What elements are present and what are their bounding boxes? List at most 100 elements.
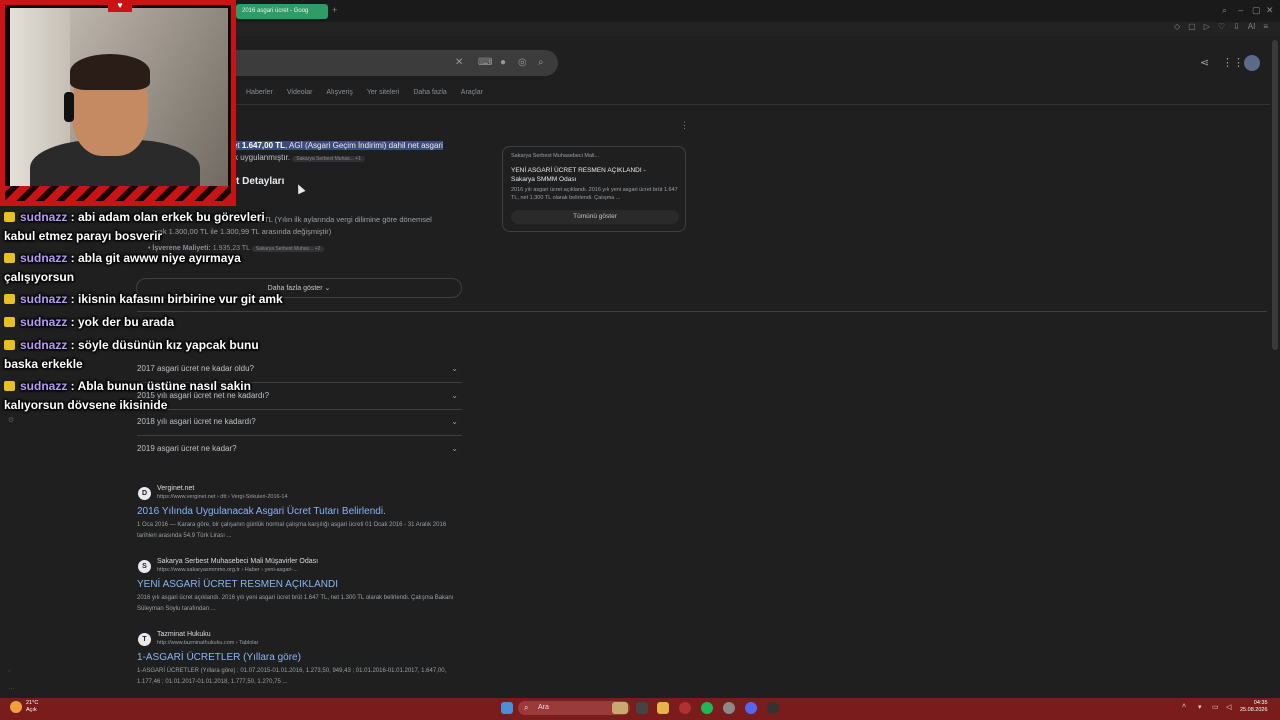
faq-divider: [137, 409, 462, 410]
source-card[interactable]: Sakarya Serbest Muhasebeci Mali... YENİ …: [502, 146, 686, 232]
tab-videos[interactable]: Videolar: [287, 89, 313, 96]
sidebar-icon[interactable]: ◦: [8, 668, 10, 675]
chat-message: sudnazz : söyle düsünün kız yapcak bunu: [4, 336, 259, 355]
tab-news[interactable]: Haberler: [246, 89, 273, 96]
obs-icon[interactable]: [767, 702, 779, 714]
search-icon: ⌕: [524, 703, 529, 712]
chat-message-cont: kabul etmez parayı bosverir: [4, 229, 163, 243]
snippet-menu-icon[interactable]: ⋮: [680, 120, 689, 131]
result-site[interactable]: Verginet.net: [157, 485, 194, 492]
search-icon[interactable]: ⌕: [538, 57, 544, 68]
tab-tools[interactable]: Araçlar: [461, 89, 483, 96]
minimize-button[interactable]: –: [1238, 5, 1243, 15]
chat-message: sudnazz : ikisnin kafasını birbirine vur…: [4, 290, 283, 309]
new-tab-button[interactable]: +: [332, 5, 337, 15]
avatar[interactable]: [1244, 55, 1260, 71]
result-description: 1-ASGARİ ÜCRETLER (Yıllara göre) ; 01.07…: [137, 668, 447, 685]
crown-icon: [4, 340, 15, 350]
section-divider: [137, 311, 1267, 312]
snippet-line: k uygulanmıştır. Sakarya Serbest Muhas..…: [234, 153, 365, 162]
share-icon[interactable]: ⋖: [1200, 56, 1209, 69]
tray-app-icon[interactable]: ▾: [1198, 703, 1202, 711]
square-icon[interactable]: ▢: [1188, 22, 1196, 31]
card-text: 2016 yılı asgari ücret açıklandı. 2016 y…: [511, 187, 678, 201]
maximize-button[interactable]: ▢: [1252, 5, 1261, 16]
faq-item[interactable]: 2018 yılı asgari ücret ne kadardı? ⌄: [137, 417, 462, 435]
clear-icon[interactable]: ✕: [455, 57, 463, 68]
browser-icon[interactable]: [679, 702, 691, 714]
chat-message: sudnazz : Abla bunun üstüne nasıl sakin: [4, 377, 251, 396]
faq-item[interactable]: 2019 asgari ücret ne kadar? ⌄: [137, 444, 462, 462]
result-description: 2016 yılı asgari ücret açıklandı. 2016 y…: [137, 595, 454, 612]
settings-icon[interactable]: [723, 702, 735, 714]
widget-icon[interactable]: [612, 702, 628, 714]
result-title[interactable]: 1-ASGARİ ÜCRETLER (Yıllara göre): [137, 652, 301, 663]
tray-chevron-icon[interactable]: ˄: [1182, 703, 1186, 710]
network-icon[interactable]: ▭: [1212, 703, 1219, 711]
close-button[interactable]: ✕: [1266, 5, 1274, 16]
crown-icon: [4, 294, 15, 304]
toolbar-icons: ◇ ▢ ▷ ♡ ⇩ AI ≡: [1174, 22, 1268, 31]
source-chip[interactable]: Sakarya Serbest Muhas... +2: [251, 246, 325, 252]
result-site[interactable]: Sakarya Serbest Muhasebeci Mali Müşavirl…: [157, 558, 318, 565]
bookmark-icon[interactable]: ◇: [1174, 22, 1180, 31]
sidebar-icon[interactable]: ⚙: [8, 416, 14, 424]
lens-icon[interactable]: ◎: [518, 57, 527, 68]
sidebar-icon[interactable]: …: [8, 684, 15, 691]
browser-tab[interactable]: 2016 asgari ücret - Goog: [236, 4, 328, 19]
result-title[interactable]: YENİ ASGARİ ÜCRET RESMEN AÇIKLANDI: [137, 579, 338, 590]
result-url[interactable]: https://www.sakaryasmmmo.org.tr › Haber …: [157, 567, 298, 573]
card-title[interactable]: YENİ ASGARİ ÜCRET RESMEN AÇIKLANDI - Sak…: [511, 166, 671, 184]
chat-message-cont: çalışıyorsun: [4, 270, 75, 284]
volume-icon[interactable]: ◁: [1226, 703, 1231, 711]
tab-more[interactable]: Daha fazla: [413, 89, 446, 96]
site-favicon: D: [138, 487, 151, 500]
detail-line: arak 1.300,00 TL ile 1.300,99 TL arasınd…: [152, 227, 332, 236]
discord-icon[interactable]: [745, 702, 757, 714]
menu-icon[interactable]: ≡: [1263, 22, 1268, 31]
weather-icon[interactable]: [10, 701, 22, 713]
task-view-icon[interactable]: [636, 702, 648, 714]
show-all-button[interactable]: Tümünü göster: [511, 210, 679, 224]
chat-message: sudnazz : abla git awww niye ayırmaya: [4, 249, 241, 268]
mic-icon[interactable]: ●: [500, 57, 506, 68]
profile-label[interactable]: AI: [1248, 22, 1256, 31]
result-url[interactable]: https://www.verginet.net › dtt › Vergi-S…: [157, 494, 288, 500]
heart-icon[interactable]: ♡: [1218, 22, 1225, 31]
chevron-down-icon: ⌄: [451, 364, 458, 373]
result-title[interactable]: 2016 Yılında Uygulanacak Asgari Ücret Tu…: [137, 506, 386, 517]
tab-places[interactable]: Yer siteleri: [367, 89, 399, 96]
site-favicon: T: [138, 633, 151, 646]
result-description: 1 Oca 2016 — Karara göre, bir çalışanın …: [137, 522, 447, 539]
weather-widget[interactable]: 21°C Açık: [26, 700, 38, 714]
result-site[interactable]: Tazminat Hukuku: [157, 631, 211, 638]
heart-icon: ♥: [108, 0, 132, 12]
chat-message-cont: baska erkekle: [4, 357, 83, 371]
chat-message: sudnazz : yok der bu arada: [4, 313, 174, 332]
page-scrollbar[interactable]: [1272, 40, 1278, 350]
chat-message: sudnazz : abi adam olan erkek bu görevle…: [4, 208, 265, 227]
search-input[interactable]: [228, 50, 558, 76]
keyboard-icon[interactable]: ⌨: [478, 57, 492, 68]
taskbar-clock[interactable]: 04:35 25.08.2026: [1240, 700, 1268, 714]
search-icon[interactable]: ⌕: [1222, 5, 1227, 16]
webcam-frame: [0, 0, 236, 206]
result-url[interactable]: http://www.tazminathukuku.com › Tablolar: [157, 640, 258, 646]
tab-shopping[interactable]: Alışveriş: [326, 89, 352, 96]
card-source: Sakarya Serbest Muhasebeci Mali...: [511, 153, 600, 159]
chat-message-cont: kalıyorsun dövsene ikisinide: [4, 398, 168, 412]
download-icon[interactable]: ⇩: [1233, 22, 1240, 31]
start-icon[interactable]: [501, 702, 513, 714]
crown-icon: [4, 317, 15, 327]
chevron-down-icon: ⌄: [451, 444, 458, 453]
crown-icon: [4, 253, 15, 263]
snippet-highlight: et 1.647,00 TL, AGİ (Asgari Geçim İndiri…: [233, 141, 443, 150]
webcam-overlay: ♥: [0, 0, 236, 206]
folder-icon[interactable]: [657, 702, 669, 714]
play-icon[interactable]: ▷: [1204, 22, 1210, 31]
screen: 2016 asgari ücret - Goog + ⌕ – ▢ ✕ ◇ ▢ ▷…: [0, 0, 1280, 720]
source-chip[interactable]: Sakarya Serbest Muhas... +1: [292, 156, 365, 162]
spotify-icon[interactable]: [701, 702, 713, 714]
site-favicon: S: [138, 560, 151, 573]
apps-icon[interactable]: ⋮⋮: [1222, 56, 1244, 69]
